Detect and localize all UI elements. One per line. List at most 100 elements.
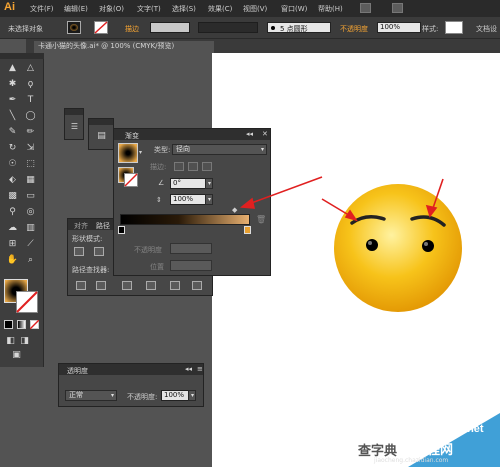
app-logo: Ai bbox=[4, 1, 15, 13]
emoji-face[interactable] bbox=[334, 184, 462, 312]
tab-pathfinder[interactable]: 路径 bbox=[96, 221, 110, 231]
style-label: 样式: bbox=[422, 25, 439, 33]
draw-normal-icon[interactable]: ◧ bbox=[4, 335, 17, 348]
watermark-site: jb51.net bbox=[442, 423, 484, 435]
menu-list-icon[interactable]: ☰ bbox=[68, 120, 81, 133]
ellipse-tool-icon[interactable]: ◯ bbox=[24, 110, 37, 123]
direct-selection-tool-icon[interactable]: △ bbox=[24, 62, 37, 75]
symbol-sprayer-icon[interactable]: ☁ bbox=[6, 222, 19, 235]
zoom-tool-icon[interactable]: ⌕ bbox=[24, 254, 37, 267]
dock-grip[interactable] bbox=[65, 109, 83, 115]
fill-swatch[interactable] bbox=[67, 21, 81, 34]
menu-effect[interactable]: 效果(C) bbox=[208, 4, 232, 14]
panel-menu-icon[interactable]: ≡ bbox=[197, 365, 203, 373]
menu-window[interactable]: 窗口(W) bbox=[281, 4, 307, 14]
trim-icon[interactable] bbox=[96, 281, 106, 290]
minus-back-icon[interactable] bbox=[192, 281, 202, 290]
gradient-tool-icon[interactable]: ▭ bbox=[24, 190, 37, 203]
toolbox-grip[interactable] bbox=[0, 53, 44, 59]
right-eye[interactable] bbox=[422, 240, 434, 252]
arrange-documents-button[interactable] bbox=[392, 3, 403, 13]
menu-select[interactable]: 选择(S) bbox=[172, 4, 196, 14]
crop-icon[interactable] bbox=[146, 281, 156, 290]
document-info-icon[interactable]: ▤ bbox=[95, 130, 108, 143]
perspective-grid-icon[interactable]: ▦ bbox=[24, 174, 37, 187]
draw-behind-icon[interactable]: ◨ bbox=[18, 335, 31, 348]
hand-tool-icon[interactable]: ✋ bbox=[6, 254, 19, 267]
screen-mode-icon[interactable]: ▣ bbox=[10, 349, 23, 362]
rotate-tool-icon[interactable]: ↻ bbox=[6, 142, 19, 155]
brush-definition-dropdown[interactable]: 5 点圆形 bbox=[267, 22, 331, 33]
type-tool-icon[interactable]: T bbox=[24, 94, 37, 107]
selection-tool-icon[interactable]: ▲ bbox=[6, 62, 19, 75]
blend-tool-icon[interactable]: ◎ bbox=[24, 206, 37, 219]
magic-wand-icon[interactable]: ✱ bbox=[6, 78, 19, 91]
menu-object[interactable]: 对象(O) bbox=[99, 4, 124, 14]
document-setup-button[interactable]: 文档设 bbox=[476, 24, 497, 34]
stop-opacity-field[interactable] bbox=[170, 243, 212, 254]
menu-type[interactable]: 文字(T) bbox=[137, 4, 161, 14]
shape-builder-icon[interactable]: ⬖ bbox=[6, 174, 19, 187]
document-tab[interactable]: 卡通小猫的头像.ai* @ 100% (CMYK/预览) bbox=[34, 41, 214, 53]
aspect-ratio-icon: ⇕ bbox=[156, 196, 162, 204]
graphic-style-swatch[interactable] bbox=[445, 21, 463, 34]
toolbox: ▲ △ ✱ ϙ ✒ T ╲ ◯ ✎ ✏ ↻ ⇲ ☉ ⬚ ⬖ ▦ ▩ ▭ ⚲ ◎ … bbox=[0, 53, 44, 367]
stroke-weight-field[interactable] bbox=[150, 22, 190, 33]
stroke-along-icon[interactable] bbox=[188, 162, 198, 171]
chevron-down-icon: ▾ bbox=[110, 392, 114, 399]
collapsed-panel-dock-1[interactable]: ☰ bbox=[64, 108, 84, 140]
stroke-swatch[interactable] bbox=[94, 21, 108, 34]
artboard-tool-icon[interactable]: ⊞ bbox=[6, 238, 19, 251]
stroke-within-icon[interactable] bbox=[174, 162, 184, 171]
graph-tool-icon[interactable]: ▥ bbox=[24, 222, 37, 235]
stroke-color-box[interactable] bbox=[16, 291, 38, 313]
type-label: 类型: bbox=[154, 146, 171, 154]
gradient-preview-fill[interactable] bbox=[118, 143, 138, 163]
divide-icon[interactable] bbox=[76, 281, 86, 290]
mesh-tool-icon[interactable]: ▩ bbox=[6, 190, 19, 203]
none-mode-button[interactable] bbox=[30, 320, 39, 329]
shape-modes-label: 形状模式: bbox=[72, 235, 103, 243]
tab-transparency[interactable]: 透明度 bbox=[67, 366, 88, 376]
color-mode-button[interactable] bbox=[4, 320, 13, 329]
collapsed-panel-dock-2[interactable]: ▤ bbox=[88, 118, 114, 150]
tab-align[interactable]: 对齐 bbox=[74, 221, 88, 231]
transparency-opacity-dropdown[interactable]: ▾ bbox=[188, 390, 196, 401]
pencil-icon[interactable]: ✏ bbox=[24, 126, 37, 139]
opacity-field[interactable]: 100% bbox=[377, 22, 421, 33]
minus-front-icon[interactable] bbox=[94, 247, 104, 256]
angle-field[interactable]: 0° bbox=[170, 178, 206, 189]
pen-tool-icon[interactable]: ✒ bbox=[6, 94, 19, 107]
menu-view[interactable]: 视图(V) bbox=[243, 4, 267, 14]
unite-icon[interactable] bbox=[74, 247, 84, 256]
stroke-none-swatch[interactable] bbox=[124, 173, 138, 187]
lasso-icon[interactable]: ϙ bbox=[24, 78, 37, 91]
stroke-across-icon[interactable] bbox=[202, 162, 212, 171]
scale-tool-icon[interactable]: ⇲ bbox=[24, 142, 37, 155]
slice-tool-icon[interactable]: ⟋ bbox=[24, 238, 37, 251]
left-eye[interactable] bbox=[366, 239, 378, 251]
menu-edit[interactable]: 编辑(E) bbox=[64, 4, 88, 14]
tab-gradient[interactable]: 渐变 bbox=[125, 131, 139, 141]
line-tool-icon[interactable]: ╲ bbox=[6, 110, 19, 123]
collapse-panel-icon[interactable]: ◂◂ bbox=[185, 365, 192, 373]
transparency-panel: 透明度 ◂◂ ≡ 正常 ▾ 不透明度: 100% ▾ bbox=[58, 363, 204, 407]
color-stop-black[interactable] bbox=[118, 226, 125, 234]
aspect-ratio-field[interactable]: 100% bbox=[170, 194, 206, 205]
preview-dropdown-icon[interactable]: ▾ bbox=[139, 149, 142, 156]
warp-tool-icon[interactable]: ☉ bbox=[6, 158, 19, 171]
stop-location-field[interactable] bbox=[170, 260, 212, 271]
merge-icon[interactable] bbox=[122, 281, 132, 290]
eyedropper-icon[interactable]: ⚲ bbox=[6, 206, 19, 219]
free-transform-icon[interactable]: ⬚ bbox=[24, 158, 37, 171]
blend-mode-dropdown[interactable]: 正常 ▾ bbox=[65, 390, 117, 401]
transparency-opacity-field[interactable]: 100% bbox=[161, 390, 189, 401]
bridge-button[interactable] bbox=[360, 3, 371, 13]
dock-grip-2[interactable] bbox=[89, 119, 113, 125]
variable-width-field[interactable] bbox=[198, 22, 258, 33]
gradient-mode-button[interactable] bbox=[17, 320, 26, 329]
outline-icon[interactable] bbox=[170, 281, 180, 290]
paintbrush-icon[interactable]: ✎ bbox=[6, 126, 19, 139]
menu-file[interactable]: 文件(F) bbox=[30, 4, 54, 14]
menu-help[interactable]: 帮助(H) bbox=[318, 4, 343, 14]
